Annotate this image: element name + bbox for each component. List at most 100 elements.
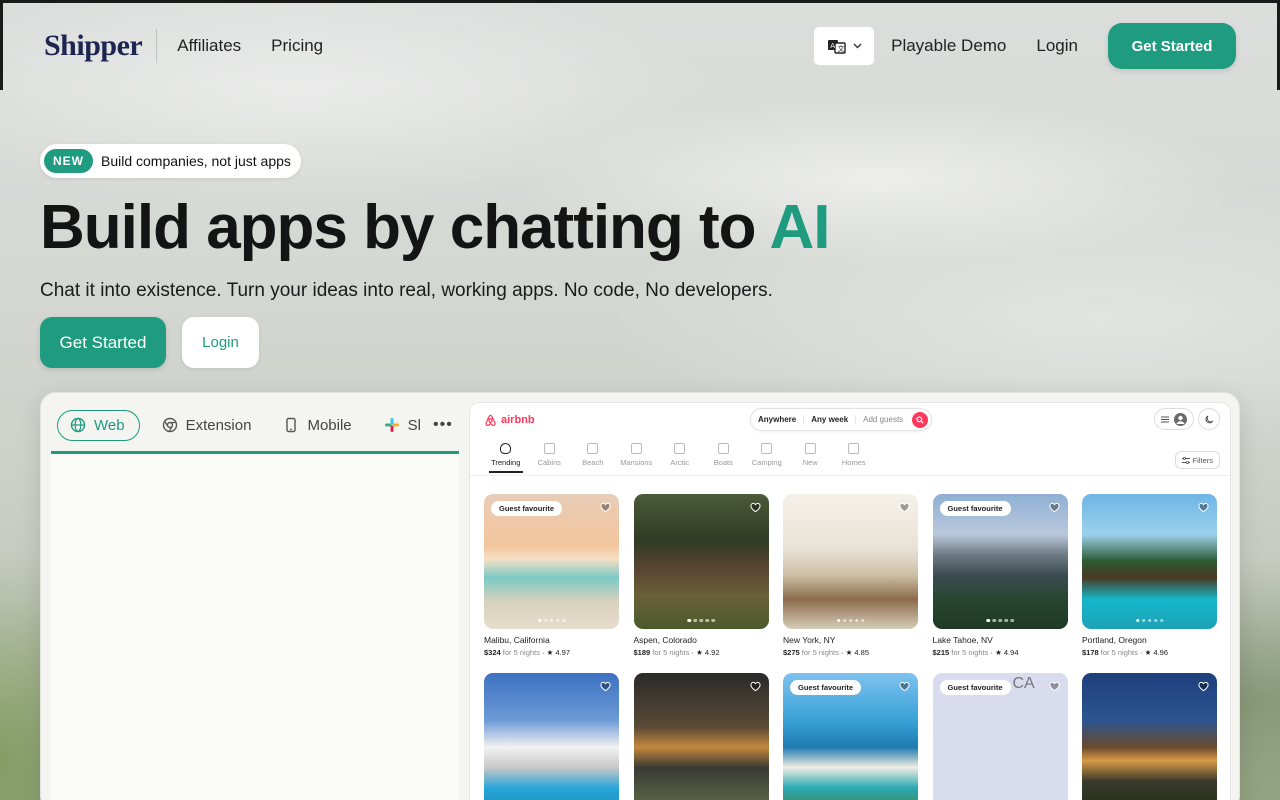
listing-location: Aspen, Colorado <box>633 635 697 645</box>
tab-slack[interactable]: Sl <box>374 411 421 440</box>
category-cabins[interactable]: Cabins <box>528 443 572 473</box>
listing-location: Lake Tahoe, NV <box>932 635 993 645</box>
heart-icon[interactable] <box>749 502 761 513</box>
category-homes[interactable]: Homes <box>832 443 876 473</box>
search-week[interactable]: Any week <box>804 415 857 424</box>
tab-web[interactable]: Web <box>57 409 140 441</box>
heart-icon[interactable] <box>1048 502 1060 513</box>
header-get-started-button[interactable]: Get Started <box>1108 23 1236 69</box>
search-anywhere[interactable]: Anywhere <box>751 415 805 424</box>
listing-price: $324 <box>484 648 501 657</box>
more-tabs-icon[interactable]: ••• <box>433 416 453 434</box>
chat-body[interactable] <box>51 454 459 800</box>
globe-icon <box>70 417 86 433</box>
heart-icon[interactable] <box>600 681 611 692</box>
listing-price: $215 <box>932 648 950 657</box>
sparkle-icon <box>804 443 816 454</box>
category-label: Boats <box>713 458 733 467</box>
listing-photo[interactable] <box>633 494 769 629</box>
tent-icon <box>761 443 773 454</box>
tab-mobile[interactable]: Mobile <box>273 411 361 440</box>
nav-affiliates[interactable]: Affiliates <box>177 36 241 56</box>
guest-favourite-badge: Guest favourite <box>790 680 862 695</box>
listing-meta: $178 for 5 nights · ★ 4.96 <box>1082 648 1168 657</box>
heart-icon[interactable] <box>1198 502 1209 513</box>
broken-image-text: CA <box>1012 675 1035 692</box>
filters-label: Filters <box>1192 455 1213 465</box>
announcement-badge[interactable]: NEW Build companies, not just apps <box>40 144 301 178</box>
listing-photo[interactable] <box>783 494 918 629</box>
listing-nights: for 5 nights <box>1100 648 1138 657</box>
listing-card[interactable]: CA Guest favourite <box>932 673 1068 800</box>
carousel-dots <box>1135 618 1164 622</box>
listing-card[interactable]: Guest favourite Malibu, California $324 … <box>484 494 619 657</box>
heart-icon[interactable] <box>1198 681 1209 692</box>
user-menu-button[interactable] <box>1154 408 1194 430</box>
listing-card[interactable]: Guest favourite <box>783 673 918 800</box>
category-label: Cabins <box>537 458 561 467</box>
listing-photo[interactable] <box>1082 673 1217 800</box>
listing-photo[interactable]: Guest favourite <box>783 673 918 800</box>
listing-photo[interactable] <box>1082 494 1217 629</box>
listing-card[interactable]: New York, NY $275 for 5 nights · ★ 4.85 <box>783 494 918 657</box>
hero-login-button[interactable]: Login <box>182 317 259 368</box>
moon-icon <box>1205 415 1213 423</box>
carousel-dots <box>537 618 566 622</box>
search-icon <box>916 415 924 424</box>
star-icon: ★ <box>995 648 1002 657</box>
listing-card[interactable] <box>1082 673 1217 800</box>
translate-icon: A 文 <box>827 40 846 54</box>
heart-icon[interactable] <box>899 681 910 692</box>
search-button[interactable] <box>912 411 929 428</box>
avatar-icon <box>1174 412 1188 426</box>
listing-card[interactable] <box>633 673 769 800</box>
theme-toggle[interactable] <box>1198 408 1220 430</box>
boat-icon <box>717 443 729 454</box>
site-header: Shipper Affiliates Pricing A 文 Playable … <box>0 0 1280 92</box>
svg-text:文: 文 <box>837 44 844 53</box>
category-boats[interactable]: Boats <box>702 443 746 473</box>
category-camping[interactable]: Camping <box>745 443 789 473</box>
listing-photo[interactable] <box>633 673 769 800</box>
listing-location: Malibu, California <box>484 635 550 645</box>
nav-pricing[interactable]: Pricing <box>271 36 323 56</box>
chrome-icon <box>162 417 177 433</box>
listing-nights: for 5 nights <box>502 648 540 657</box>
listing-card[interactable] <box>484 673 619 800</box>
category-new[interactable]: New <box>789 443 833 473</box>
listing-card[interactable]: Guest favourite Lake Tahoe, NV $215 for … <box>932 494 1068 657</box>
language-select[interactable]: A 文 <box>813 26 876 66</box>
listing-photo[interactable]: Guest favourite <box>484 494 619 629</box>
hero-get-started-button[interactable]: Get Started <box>40 317 166 368</box>
heart-icon[interactable] <box>749 681 761 692</box>
category-trending[interactable]: Trending <box>484 443 528 473</box>
tab-extension[interactable]: Extension <box>152 411 262 440</box>
listing-photo[interactable]: CA Guest favourite <box>932 673 1068 800</box>
filters-button[interactable]: Filters <box>1174 451 1220 469</box>
category-beach[interactable]: Beach <box>571 443 615 473</box>
tab-web-label: Web <box>94 416 125 434</box>
listing-meta: $275 for 5 nights · ★ 4.85 <box>783 648 869 657</box>
search-guests[interactable]: Add guests <box>856 415 910 424</box>
listing-photo[interactable]: Guest favourite <box>932 494 1068 629</box>
airbnb-search-bar[interactable]: Anywhere Any week Add guests <box>750 408 933 431</box>
flame-icon <box>500 443 512 454</box>
logo[interactable]: Shipper <box>44 29 143 63</box>
nav-login[interactable]: Login <box>1036 36 1078 56</box>
category-label: Mansions <box>620 458 653 467</box>
listing-card[interactable]: Portland, Oregon $178 for 5 nights · ★ 4… <box>1082 494 1217 657</box>
airbnb-logo[interactable]: airbnb <box>484 414 535 427</box>
heart-icon[interactable] <box>600 502 611 513</box>
category-arctic[interactable]: Arctic <box>658 443 702 473</box>
heart-icon[interactable] <box>899 502 910 513</box>
mountain-icon <box>674 443 686 454</box>
star-icon: ★ <box>546 648 554 657</box>
hero-title-main: Build apps by chatting to <box>40 193 770 262</box>
product-demo: Web Extension Mobile Sl ••• airbnb Anywh… <box>40 392 1240 800</box>
heart-icon[interactable] <box>1048 681 1060 692</box>
listing-card[interactable]: Aspen, Colorado $189 for 5 nights · ★ 4.… <box>633 494 769 657</box>
nav-playable-demo[interactable]: Playable Demo <box>891 36 1006 56</box>
category-mansions[interactable]: Mansions <box>615 443 659 473</box>
listing-photo[interactable] <box>484 673 619 800</box>
airbnb-logo-text: airbnb <box>501 414 535 426</box>
